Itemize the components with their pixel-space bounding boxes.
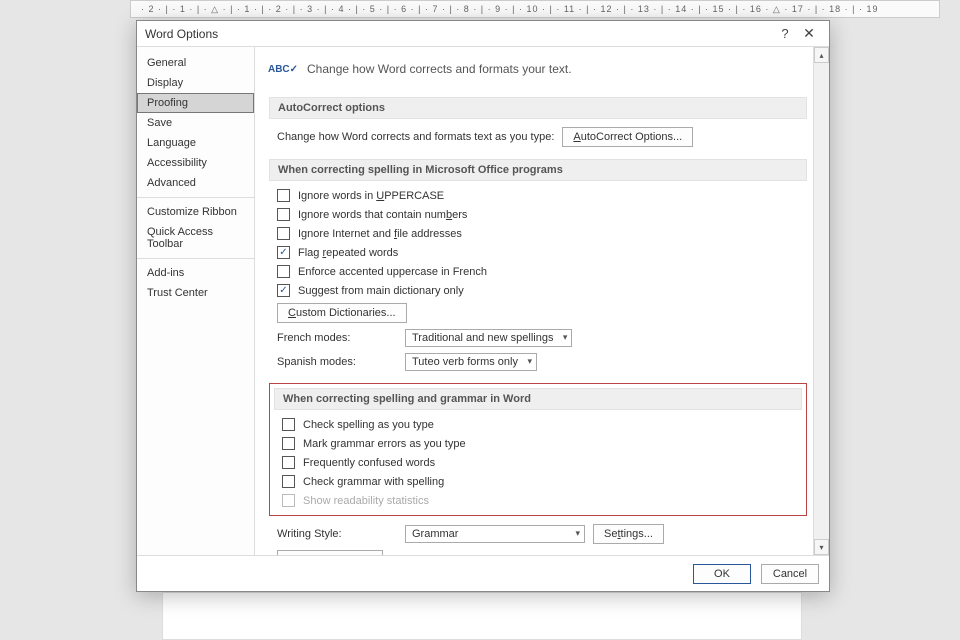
lbl-mark-grammar[interactable]: Mark grammar errors as you type xyxy=(303,438,466,450)
writing-style-select[interactable]: Grammar xyxy=(405,525,585,543)
lbl-ignore-internet[interactable]: Ignore Internet and file addresses xyxy=(298,228,462,240)
custom-dictionaries-button[interactable]: Custom Dictionaries... xyxy=(277,303,407,323)
sidebar-item-advanced[interactable]: Advanced xyxy=(137,173,254,193)
chk-ignore-internet[interactable] xyxy=(277,227,290,240)
chk-check-grammar[interactable] xyxy=(282,475,295,488)
chk-ignore-numbers[interactable] xyxy=(277,208,290,221)
chk-ignore-uppercase[interactable] xyxy=(277,189,290,202)
sidebar-item-trust-center[interactable]: Trust Center xyxy=(137,283,254,303)
content-pane: ABC✓ Change how Word corrects and format… xyxy=(255,47,813,555)
scroll-down-arrow[interactable]: ▾ xyxy=(814,539,829,555)
french-modes-label: French modes: xyxy=(277,332,397,344)
lbl-freq-confused[interactable]: Frequently confused words xyxy=(303,457,435,469)
chk-freq-confused[interactable] xyxy=(282,456,295,469)
sidebar-item-customize-ribbon[interactable]: Customize Ribbon xyxy=(137,202,254,222)
sidebar-nav: General Display Proofing Save Language A… xyxy=(137,47,255,555)
chk-check-spelling[interactable] xyxy=(282,418,295,431)
lbl-ignore-uppercase[interactable]: Ignore words in UPPERCASE xyxy=(298,190,444,202)
autocorrect-row: Change how Word corrects and formats tex… xyxy=(277,127,803,147)
sidebar-item-addins[interactable]: Add-ins xyxy=(137,263,254,283)
dialog-body: General Display Proofing Save Language A… xyxy=(137,47,829,555)
vertical-scrollbar[interactable]: ▴ ▾ xyxy=(813,47,829,555)
writing-style-label: Writing Style: xyxy=(277,528,397,540)
spanish-modes-label: Spanish modes: xyxy=(277,356,397,368)
lbl-ignore-numbers[interactable]: Ignore words that contain numbers xyxy=(298,209,467,221)
intro-text: Change how Word corrects and formats you… xyxy=(307,62,572,76)
lbl-check-grammar[interactable]: Check grammar with spelling xyxy=(303,476,444,488)
dialog-titlebar: Word Options ? ✕ xyxy=(137,21,829,47)
scroll-up-arrow[interactable]: ▴ xyxy=(814,47,829,63)
spanish-modes-select[interactable]: Tuteo verb forms only xyxy=(405,353,537,371)
chk-flag-repeated[interactable] xyxy=(277,246,290,259)
close-button[interactable]: ✕ xyxy=(797,24,821,44)
settings-button[interactable]: Settings... xyxy=(593,524,664,544)
highlighted-section: When correcting spelling and grammar in … xyxy=(269,383,807,516)
ok-button[interactable]: OK xyxy=(693,564,751,584)
lbl-enforce-accented[interactable]: Enforce accented uppercase in French xyxy=(298,266,487,278)
lbl-readability: Show readability statistics xyxy=(303,495,429,507)
section-header-word-spelling: When correcting spelling and grammar in … xyxy=(274,388,802,410)
autocorrect-desc: Change how Word corrects and formats tex… xyxy=(277,131,554,143)
section-header-autocorrect: AutoCorrect options xyxy=(269,97,807,119)
sidebar-item-display[interactable]: Display xyxy=(137,73,254,93)
lbl-flag-repeated[interactable]: Flag repeated words xyxy=(298,247,398,259)
content-wrap: ABC✓ Change how Word corrects and format… xyxy=(255,47,829,555)
document-page xyxy=(162,592,802,640)
lbl-main-dictionary[interactable]: Suggest from main dictionary only xyxy=(298,285,464,297)
dialog-title: Word Options xyxy=(145,27,773,41)
sidebar-separator xyxy=(137,197,254,198)
dialog-footer: OK Cancel xyxy=(137,555,829,591)
intro-row: ABC✓ Change how Word corrects and format… xyxy=(269,57,807,81)
sidebar-item-language[interactable]: Language xyxy=(137,133,254,153)
section-office-spelling: When correcting spelling in Microsoft Of… xyxy=(269,159,807,371)
french-modes-select[interactable]: Traditional and new spellings xyxy=(405,329,572,347)
chk-main-dictionary[interactable] xyxy=(277,284,290,297)
cancel-button[interactable]: Cancel xyxy=(761,564,819,584)
chk-enforce-accented[interactable] xyxy=(277,265,290,278)
sidebar-item-accessibility[interactable]: Accessibility xyxy=(137,153,254,173)
help-button[interactable]: ? xyxy=(773,24,797,44)
section-autocorrect: AutoCorrect options Change how Word corr… xyxy=(269,97,807,147)
chk-readability xyxy=(282,494,295,507)
sidebar-item-save[interactable]: Save xyxy=(137,113,254,133)
sidebar-item-proofing[interactable]: Proofing xyxy=(137,93,254,113)
chk-mark-grammar[interactable] xyxy=(282,437,295,450)
autocorrect-options-button[interactable]: AAutoCorrect Options...utoCorrect Option… xyxy=(562,127,693,147)
sidebar-item-quick-access[interactable]: Quick Access Toolbar xyxy=(137,222,254,254)
lbl-check-spelling[interactable]: Check spelling as you type xyxy=(303,419,434,431)
sidebar-separator xyxy=(137,258,254,259)
horizontal-ruler: · 2 · | · 1 · | · △ · | · 1 · | · 2 · | … xyxy=(130,0,940,18)
proofing-icon: ABC✓ xyxy=(269,57,297,81)
sidebar-item-general[interactable]: General xyxy=(137,53,254,73)
section-header-office-spelling: When correcting spelling in Microsoft Of… xyxy=(269,159,807,181)
word-options-dialog: Word Options ? ✕ General Display Proofin… xyxy=(136,20,830,592)
